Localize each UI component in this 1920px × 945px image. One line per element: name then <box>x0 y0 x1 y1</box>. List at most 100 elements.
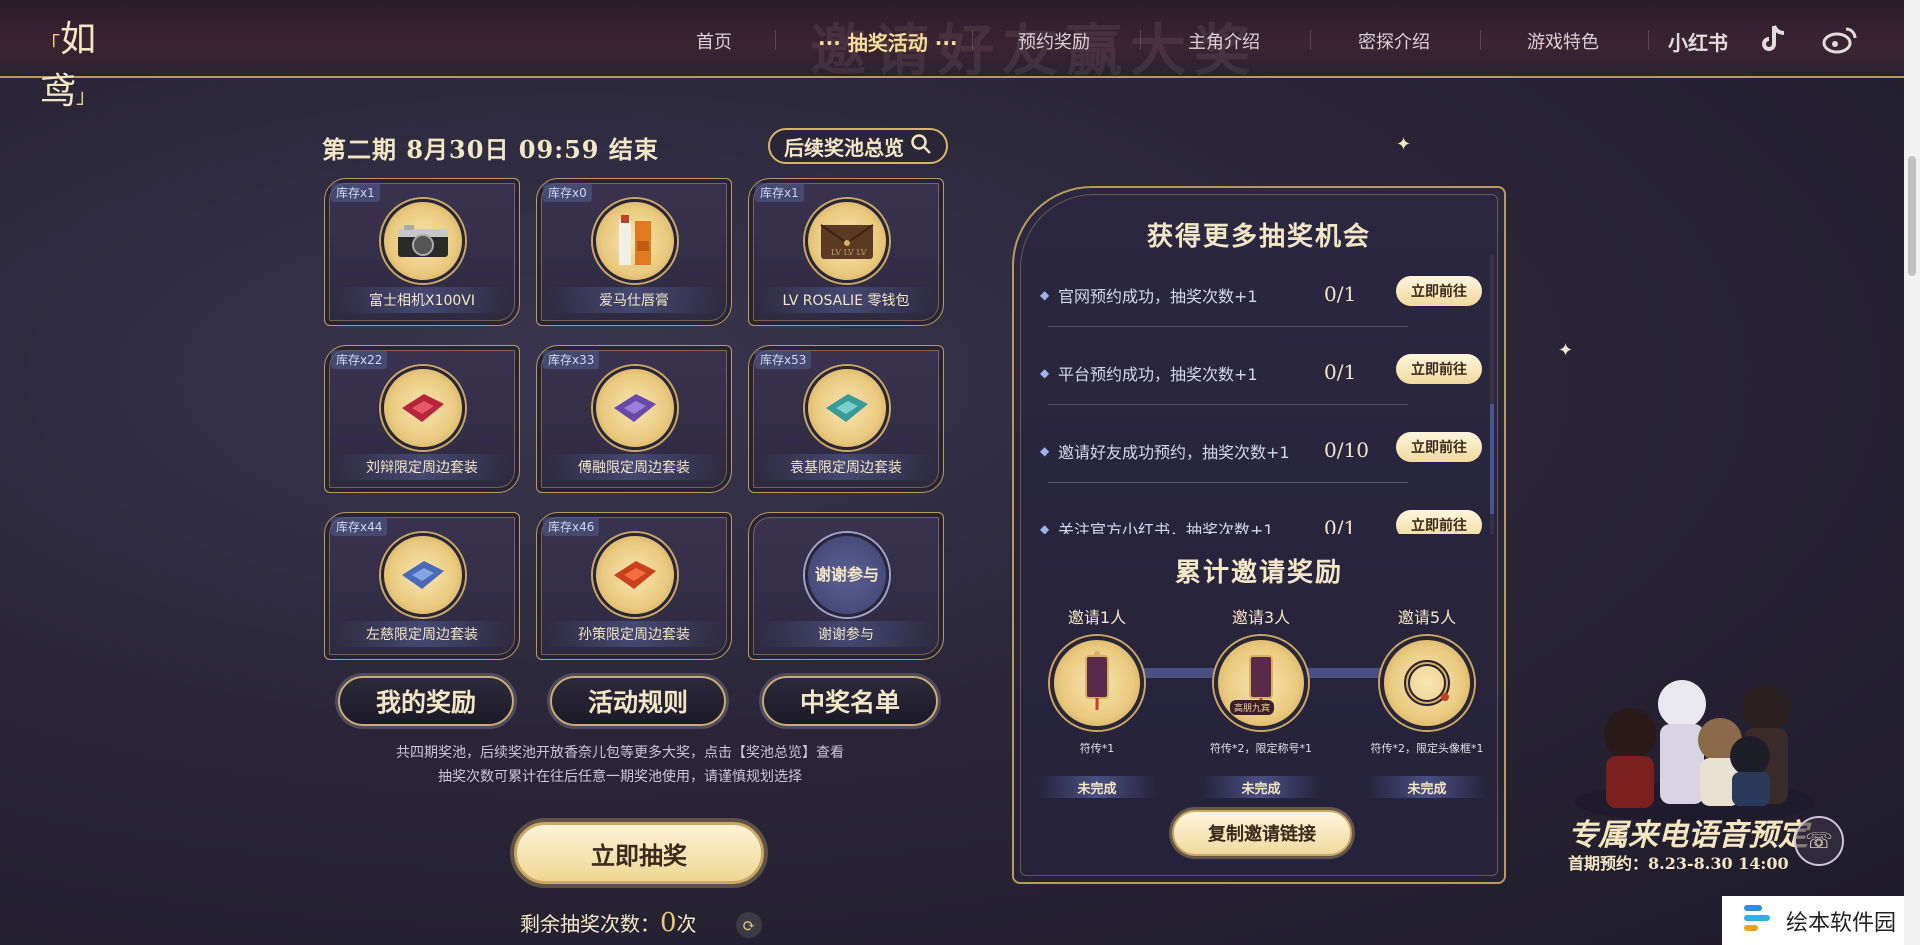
stock-tag: 库存x1 <box>755 183 804 202</box>
invite-tier: 邀请3人 高朋九宾 符传*2，限定称号*1 未完成 <box>1186 604 1336 798</box>
task-progress: 0/1 <box>1324 360 1357 384</box>
nav-home[interactable]: 首页 <box>696 28 732 54</box>
nav-protagonist[interactable]: 主角介绍 <box>1188 28 1260 54</box>
task-progress: 0/1 <box>1324 516 1357 534</box>
task-list: ◆ 官网预约成功，抽奖次数+1 0/1 立即前往 ◆ 平台预约成功，抽奖次数+1… <box>1036 270 1484 534</box>
camera-icon <box>381 199 465 283</box>
xiaohongshu-link[interactable]: 小红书 <box>1668 27 1728 56</box>
prize-name: 富士相机X100VI <box>335 287 509 313</box>
task-row: ◆ 关注官方小红书，抽奖次数+1 0/1 立即前往 <box>1036 504 1484 534</box>
stock-tag: 库存x44 <box>331 517 388 536</box>
invite-reward: 符传*2，限定称号*1 <box>1210 742 1312 755</box>
copy-invite-link-button[interactable]: 复制邀请链接 <box>1172 810 1352 856</box>
svg-text:LV LV LV: LV LV LV <box>831 248 867 257</box>
prize-name: 刘辩限定周边套装 <box>335 454 509 480</box>
prize-name: 孙策限定周边套装 <box>547 621 721 647</box>
draw-now-button[interactable]: 立即抽奖 <box>514 822 764 884</box>
invite-tier: 邀请1人 符传*1 未完成 <box>1022 604 1172 798</box>
page-scrollbar[interactable] <box>1904 0 1920 945</box>
prize-name: 左慈限定周边套装 <box>335 621 509 647</box>
prize-name: 爱马仕唇膏 <box>547 287 721 313</box>
status-badge: 未完成 <box>1201 776 1321 798</box>
prize-card: 库存x44 左慈限定周边套装 <box>324 512 520 660</box>
prize-card: 库存x33 傅融限定周边套装 <box>536 345 732 493</box>
giftset-purple-icon <box>593 366 677 450</box>
stock-tag: 库存x33 <box>543 350 600 369</box>
invite-reward: 符传*2，限定头像框*1 <box>1370 742 1484 755</box>
giftset-blue-icon <box>381 533 465 617</box>
game-logo[interactable]: 「如鸢」 <box>40 10 130 112</box>
chibi-characters-illustration <box>1570 652 1820 832</box>
nav-lottery[interactable]: ··· 抽奖活动 ··· <box>818 27 958 56</box>
stock-tag: 库存x46 <box>543 517 600 536</box>
invite-tier: 邀请5人 符传*2，限定头像框*1 未完成 <box>1352 604 1502 798</box>
prize-card: 库存x22 刘辩限定周边套装 <box>324 345 520 493</box>
talisman-icon <box>1050 636 1144 730</box>
go-button[interactable]: 立即前往 <box>1396 354 1482 384</box>
prize-name: LV ROSALIE 零钱包 <box>759 287 933 313</box>
invite-reward: 符传*1 <box>1079 742 1115 755</box>
go-button[interactable]: 立即前往 <box>1396 432 1482 462</box>
sparkle-icon: ✦ <box>1396 134 1412 155</box>
task-progress: 0/10 <box>1324 438 1369 462</box>
task-row: ◆ 平台预约成功，抽奖次数+1 0/1 立即前往 <box>1036 348 1484 426</box>
title-badge: 高朋九宾 <box>1230 700 1275 715</box>
top-nav-bar: 邀请好友赢大奖 「如鸢」 首页 ··· 抽奖活动 ··· 预约奖励 主角介绍 密… <box>0 0 1920 112</box>
wallet-icon: LV LV LV <box>805 199 889 283</box>
nav-features[interactable]: 游戏特色 <box>1527 28 1599 54</box>
diamond-icon: ◆ <box>1040 288 1050 302</box>
phone-icon[interactable]: ☏ <box>1794 816 1844 866</box>
promo-date: 首期预约：8.23-8.30 14:00 <box>1568 854 1789 873</box>
prize-card: 库存x46 孙策限定周边套装 <box>536 512 732 660</box>
avatar-frame-icon <box>1380 636 1474 730</box>
chances-title: 获得更多抽奖机会 <box>1146 222 1371 252</box>
stock-tag: 库存x22 <box>331 350 388 369</box>
task-progress: 0/1 <box>1324 282 1357 306</box>
giftset-orange-icon <box>593 533 677 617</box>
winners-list-button[interactable]: 中奖名单 <box>762 676 938 726</box>
prize-name: 傅融限定周边套装 <box>547 454 721 480</box>
remaining-draws: 剩余抽奖次数：0次 <box>520 908 697 938</box>
stock-tag: 库存x53 <box>755 350 812 369</box>
promo-title: 专属来电语音预定 <box>1568 818 1808 853</box>
sparkle-icon: ✦ <box>1558 340 1574 361</box>
thanks-icon: 谢谢参与 <box>805 533 889 617</box>
task-scrollbar[interactable] <box>1490 254 1494 534</box>
prize-card: 库存x1 LV LV LV LV ROSALIE 零钱包 <box>748 178 944 326</box>
draw-note: 抽奖次数可累计在往后任意一期奖池使用，请谨慎规划选择 <box>438 769 802 785</box>
go-button[interactable]: 立即前往 <box>1396 276 1482 306</box>
nav-reservation-rewards[interactable]: 预约奖励 <box>1018 28 1090 54</box>
stock-tag: 库存x0 <box>543 183 592 202</box>
talisman-title-icon: 高朋九宾 <box>1214 636 1308 730</box>
prize-name: 谢谢参与 <box>759 621 933 647</box>
period-info: 第二期 8月30日 09:59 结束 <box>322 135 659 164</box>
nav-agents[interactable]: 密探介绍 <box>1358 28 1430 54</box>
invite-count: 邀请1人 <box>1067 608 1127 627</box>
voice-promo[interactable]: 专属来电语音预定 首期预约：8.23-8.30 14:00 <box>1554 652 1824 888</box>
prize-card: 库存x0 爱马仕唇膏 <box>536 178 732 326</box>
my-rewards-button[interactable]: 我的奖励 <box>338 676 514 726</box>
status-badge: 未完成 <box>1367 776 1487 798</box>
diamond-icon: ◆ <box>1040 444 1050 458</box>
remaining-count: 0 <box>660 908 677 938</box>
search-icon <box>910 133 932 160</box>
task-label: 平台预约成功，抽奖次数+1 <box>1058 365 1258 384</box>
prize-card: 谢谢参与 谢谢参与 <box>748 512 944 660</box>
task-label: 关注官方小红书，抽奖次数+1 <box>1058 521 1274 534</box>
diamond-icon: ◆ <box>1040 366 1050 380</box>
go-button[interactable]: 立即前往 <box>1396 510 1482 534</box>
refresh-icon[interactable]: ⟳ <box>736 912 762 938</box>
site-watermark: 绘本软件园 <box>1722 896 1904 945</box>
watermark-logo-icon <box>1742 903 1778 939</box>
weibo-icon[interactable] <box>1822 26 1858 59</box>
pool-note: 共四期奖池，后续奖池开放香奈儿包等更多大奖，点击【奖池总览】查看 <box>396 745 844 761</box>
task-row: ◆ 官网预约成功，抽奖次数+1 0/1 立即前往 <box>1036 270 1484 348</box>
diamond-icon: ◆ <box>1040 522 1050 534</box>
status-badge: 未完成 <box>1037 776 1157 798</box>
rules-button[interactable]: 活动规则 <box>550 676 726 726</box>
task-label: 官网预约成功，抽奖次数+1 <box>1058 287 1258 306</box>
stock-tag: 库存x1 <box>331 183 380 202</box>
pool-overview-button[interactable]: 后续奖池总览 <box>768 128 948 164</box>
lipstick-icon <box>593 199 677 283</box>
tiktok-icon[interactable] <box>1760 24 1786 59</box>
